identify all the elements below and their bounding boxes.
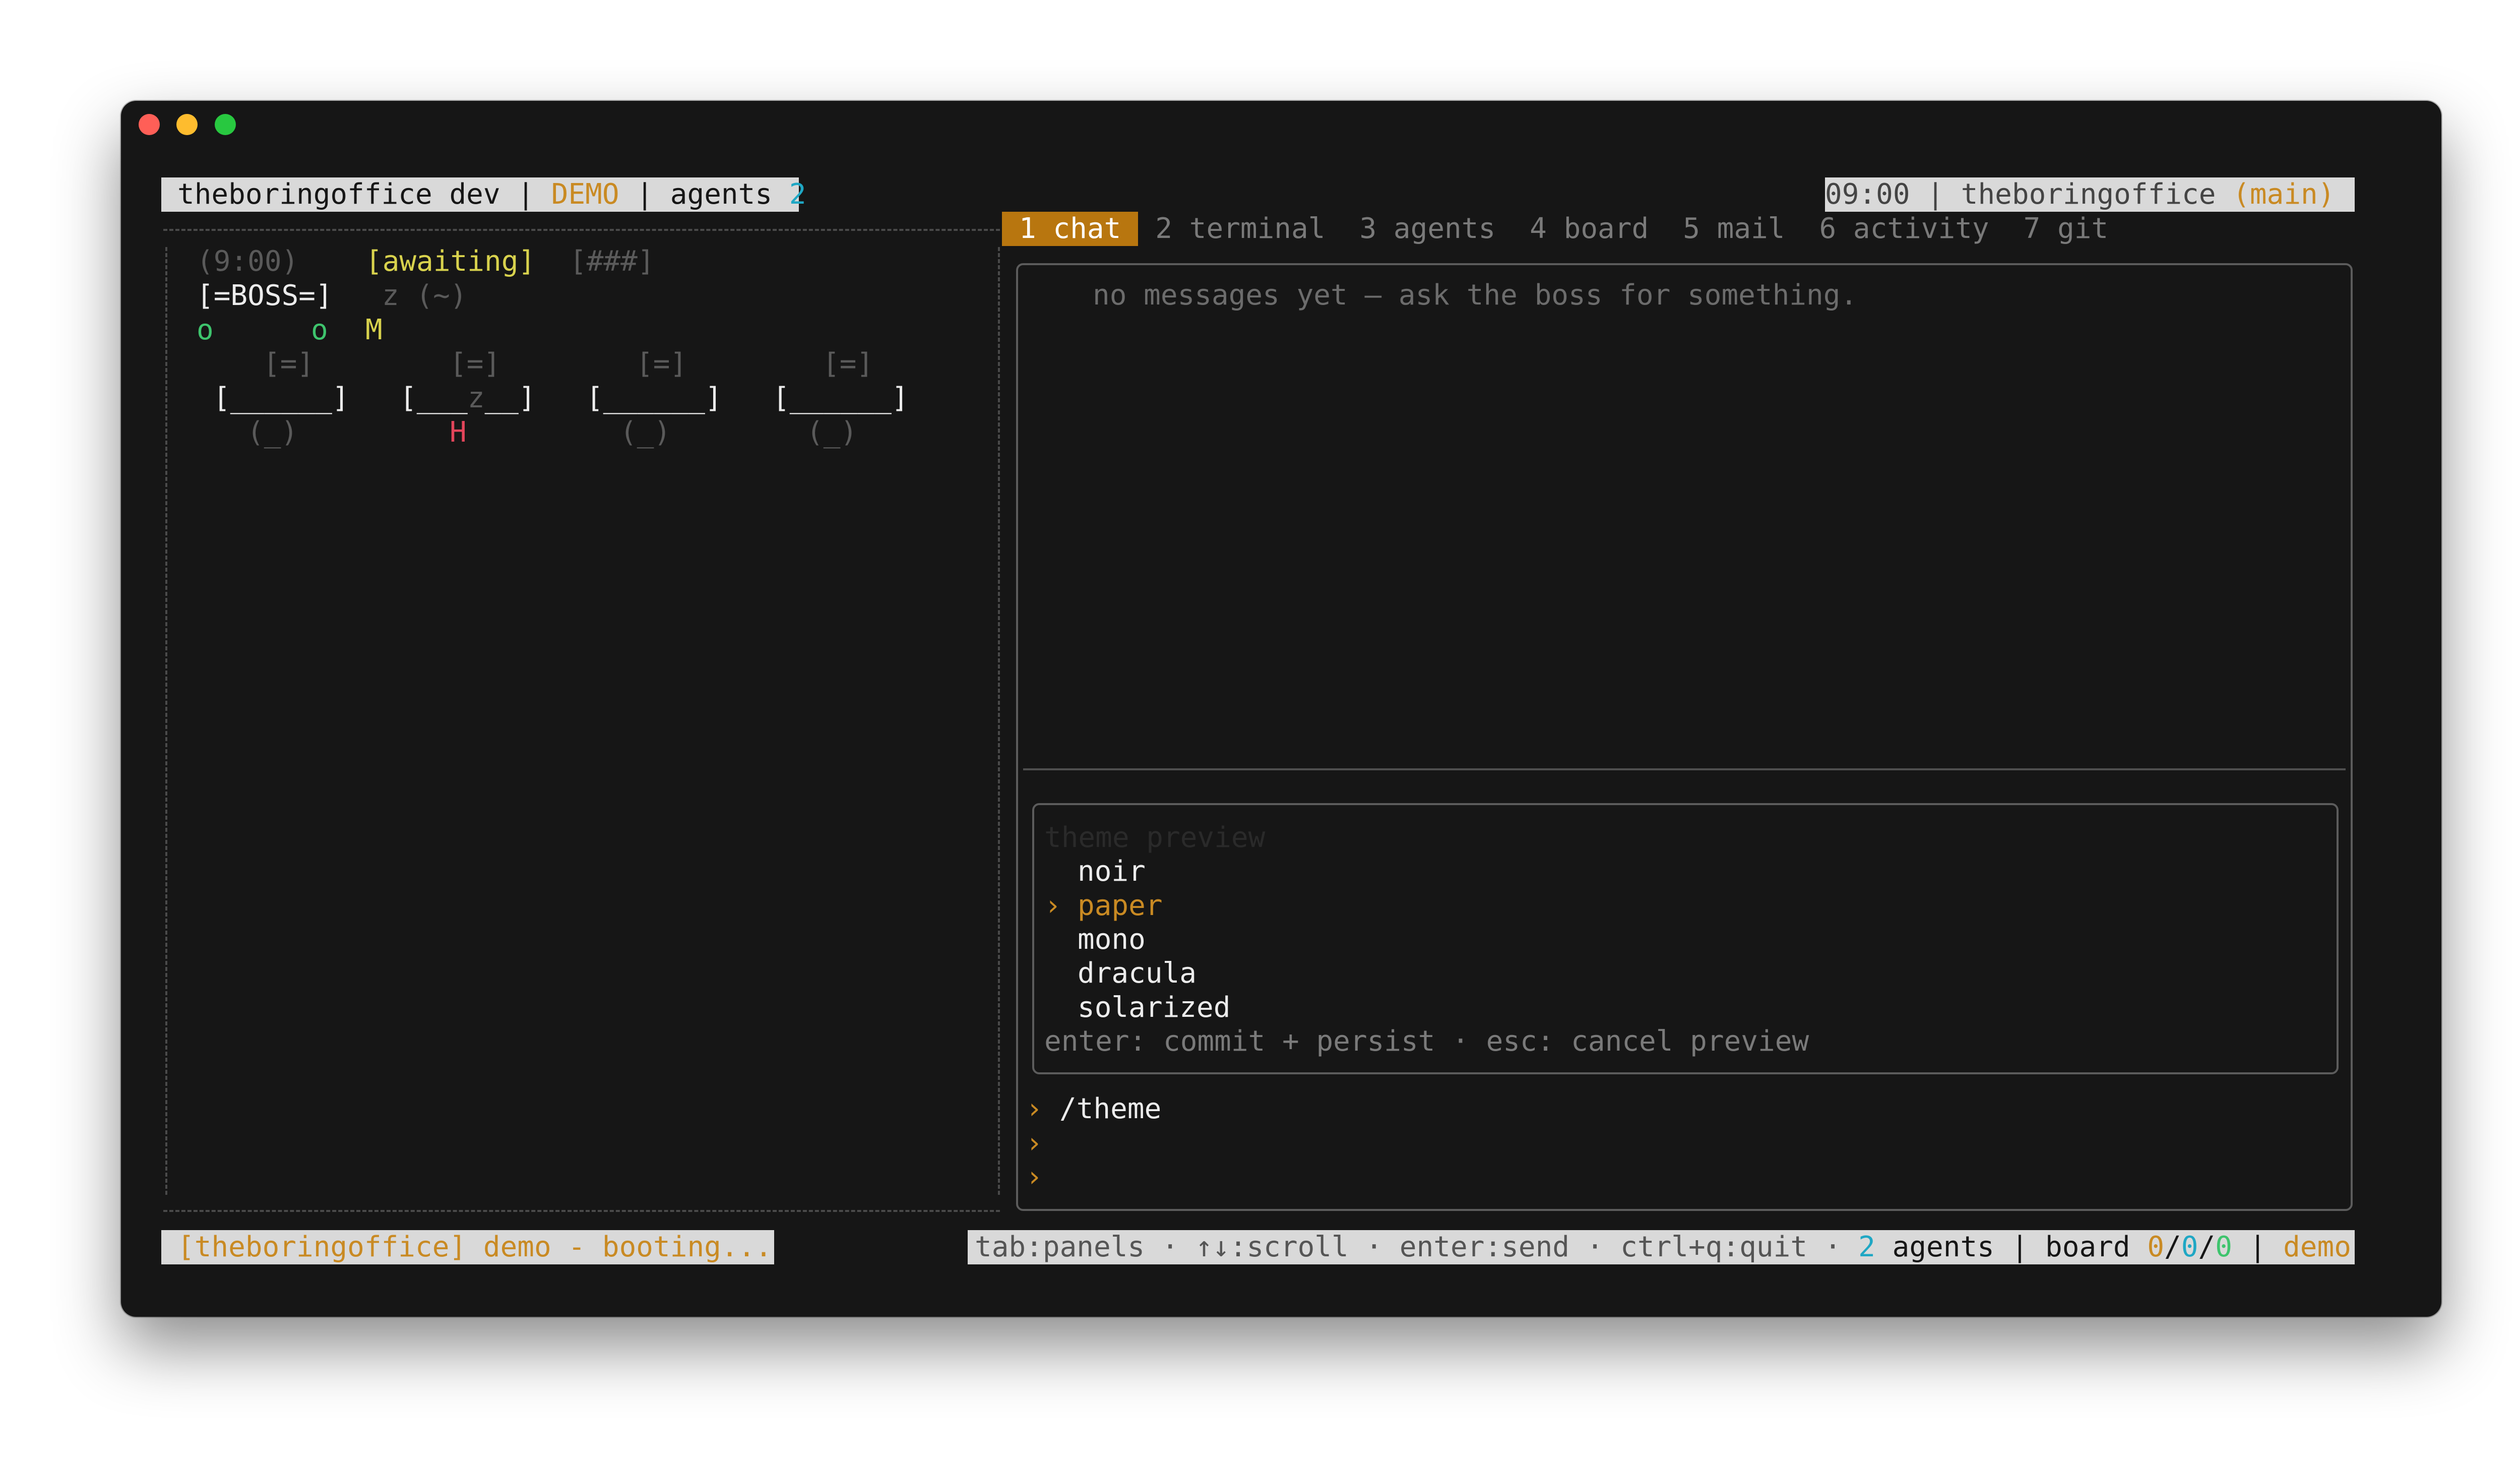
tab-agents[interactable]: 3 agents: [1342, 212, 1513, 246]
footer-status-left: [theboringoffice] demo - booting...: [161, 1230, 774, 1264]
clock: 09:00: [1825, 178, 1910, 211]
chair: (_): [806, 416, 858, 449]
tab-chat[interactable]: 1 chat: [1002, 212, 1139, 246]
office-panel-right-border: [998, 247, 1000, 1195]
board-count-doing: 0: [2181, 1231, 2198, 1263]
chair: (_): [620, 416, 671, 449]
agents-count: 2: [789, 178, 806, 211]
theme-preview-hint: enter: commit + persist · esc: cancel pr…: [1044, 1025, 1809, 1058]
office-panel-left-border: [165, 247, 167, 1195]
tab-mail[interactable]: 5 mail: [1666, 212, 1802, 246]
project-name: theboringoffice: [1961, 178, 2216, 211]
monitor: [=]: [450, 347, 501, 380]
monitor: [=]: [823, 347, 874, 380]
theme-selected-marker: ›: [1044, 889, 1061, 922]
chair: (_): [247, 416, 298, 449]
prompt-marker: ›: [1026, 1127, 1043, 1160]
separator: |: [1910, 178, 1961, 211]
chat-empty-message: no messages yet — ask the boss for somet…: [1093, 279, 1858, 312]
theme-option-dracula[interactable]: dracula: [1078, 956, 1196, 991]
monitor: [=]: [636, 347, 687, 380]
boss-sleeping: z (~): [382, 279, 467, 312]
agent-sprite-m: M: [365, 314, 383, 346]
key-hints: tab:panels · ↑↓:scroll · enter:send · ct…: [975, 1231, 1859, 1263]
app-title: theboringoffice dev: [177, 178, 500, 211]
header-status-right: 09:00 | theboringoffice (main): [1825, 177, 2355, 212]
separator: /: [2164, 1231, 2181, 1263]
separator: |: [500, 178, 551, 211]
tab-board[interactable]: 4 board: [1513, 212, 1666, 246]
agent-sprite-h: H: [450, 416, 467, 449]
desk: [______]: [586, 382, 722, 414]
theme-preview-title: theme preview: [1044, 821, 1266, 854]
chat-divider: [1023, 768, 2346, 770]
agents-label: agents: [670, 178, 789, 211]
desk-right: __]: [484, 382, 536, 414]
footer-mode: demo: [2283, 1231, 2351, 1263]
maximize-window-button[interactable]: [215, 114, 236, 135]
office-panel-top-border: [163, 229, 1000, 231]
separator: |: [619, 178, 670, 211]
progress-indicator: [###]: [570, 245, 655, 278]
theme-option-solarized[interactable]: solarized: [1078, 991, 1230, 1025]
board-count-todo: 0: [2147, 1231, 2165, 1263]
agent-sprite: o: [311, 314, 328, 346]
board-count-done: 0: [2215, 1231, 2232, 1263]
footer-status-right: tab:panels · ↑↓:scroll · enter:send · ct…: [968, 1230, 2355, 1264]
theme-option-mono[interactable]: mono: [1078, 923, 1146, 957]
theme-option-noir[interactable]: noir: [1078, 855, 1146, 889]
terminal-window: theboringoffice dev | DEMO | agents 2 09…: [121, 101, 2441, 1317]
boss-desk: [=BOSS=]: [197, 279, 333, 312]
desk-with-sleeping-agent: [___z__]: [400, 381, 536, 415]
office-clock: (9:00): [197, 245, 299, 278]
theme-option-paper[interactable]: paper: [1078, 889, 1163, 923]
close-window-button[interactable]: [139, 114, 160, 135]
tab-activity[interactable]: 6 activity: [1802, 212, 2006, 246]
separator: |: [2232, 1231, 2284, 1263]
footer-agents-label: agents | board: [1875, 1231, 2148, 1263]
monitor: [=]: [263, 347, 314, 380]
header-status-left: theboringoffice dev | DEMO | agents 2: [161, 177, 806, 212]
boss-status: [awaiting]: [365, 245, 536, 278]
desk-left: [___: [400, 382, 468, 414]
minimize-window-button[interactable]: [176, 114, 198, 135]
agent-sprite: o: [197, 314, 214, 346]
separator: /: [2198, 1231, 2216, 1263]
sleep-z: z: [467, 382, 485, 414]
boot-status: [theboringoffice] demo - booting...: [177, 1231, 773, 1263]
git-branch: (main): [2233, 178, 2335, 211]
tab-terminal[interactable]: 2 terminal: [1138, 212, 1342, 246]
office-panel-bottom-border: [163, 1210, 1000, 1212]
prompt-marker: ›: [1026, 1161, 1043, 1193]
desk: [______]: [773, 382, 909, 414]
tab-git[interactable]: 7 git: [2006, 212, 2126, 246]
chat-input[interactable]: /theme: [1059, 1092, 1161, 1126]
prompt-marker: ›: [1026, 1092, 1043, 1125]
mode-label: DEMO: [551, 178, 619, 211]
footer-agents-count: 2: [1858, 1231, 1875, 1263]
desk: [______]: [213, 382, 349, 414]
panel-tabs: 1 chat 2 terminal 3 agents 4 board 5 mail 6 a…: [1002, 212, 2125, 246]
